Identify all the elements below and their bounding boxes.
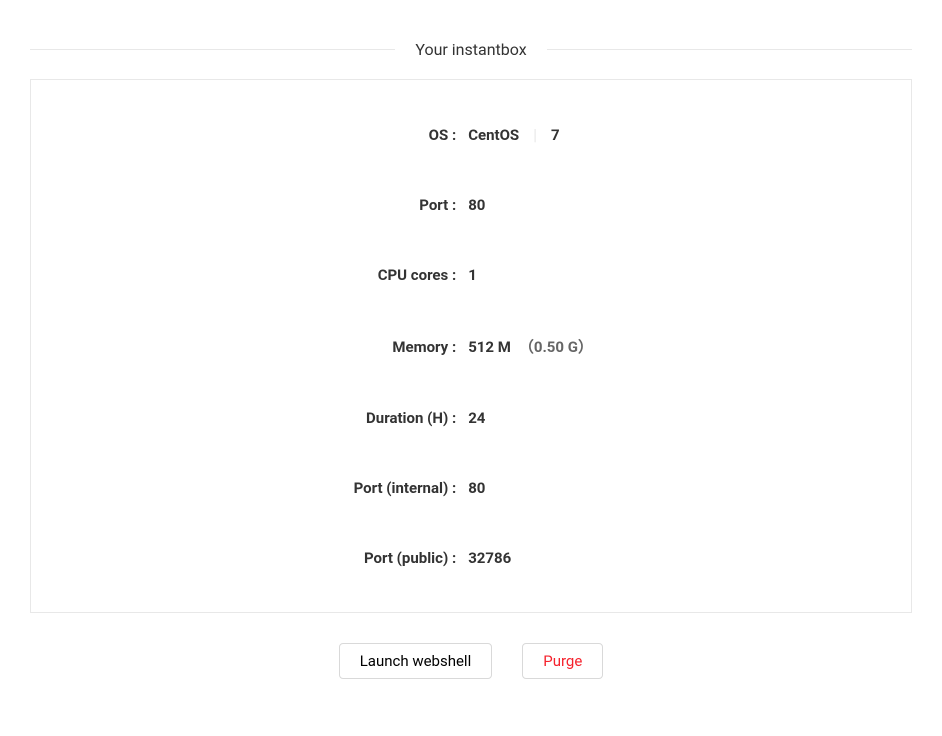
port-public-label: Port (public) : xyxy=(31,549,462,567)
cpu-label: CPU cores : xyxy=(31,266,462,284)
os-row: OS : CentOS | 7 xyxy=(31,110,911,159)
port-row: Port : 80 xyxy=(31,181,911,229)
action-button-row: Launch webshell Purge xyxy=(0,643,942,679)
memory-label: Memory : xyxy=(31,338,462,356)
section-title: Your instantbox xyxy=(395,40,546,59)
duration-row: Duration (H) : 24 xyxy=(31,394,911,442)
launch-webshell-button[interactable]: Launch webshell xyxy=(339,643,493,679)
port-value: 80 xyxy=(462,196,485,214)
memory-value: 512 M xyxy=(462,338,511,356)
port-internal-value: 80 xyxy=(462,479,485,497)
purge-button[interactable]: Purge xyxy=(522,643,603,679)
memory-note: （0.50 G） xyxy=(515,338,593,356)
port-public-row: Port (public) : 32786 xyxy=(31,534,911,582)
duration-label: Duration (H) : xyxy=(31,409,462,427)
section-divider: Your instantbox xyxy=(30,40,912,59)
divider-line-right xyxy=(547,49,912,50)
port-internal-row: Port (internal) : 80 xyxy=(31,464,911,512)
os-version: 7 xyxy=(551,126,560,144)
cpu-row: CPU cores : 1 xyxy=(31,251,911,299)
memory-value-wrap: 512 M （0.50 G） xyxy=(462,336,593,357)
os-separator: | xyxy=(523,125,547,144)
memory-row: Memory : 512 M （0.50 G） xyxy=(31,321,911,372)
port-internal-label: Port (internal) : xyxy=(31,479,462,497)
divider-line-left xyxy=(30,49,395,50)
os-label: OS : xyxy=(31,126,462,144)
os-value: CentOS | 7 xyxy=(462,125,559,144)
os-name: CentOS xyxy=(462,126,519,144)
instance-details-card: OS : CentOS | 7 Port : 80 CPU cores : 1 … xyxy=(30,79,912,613)
port-public-value: 32786 xyxy=(462,549,511,567)
duration-value: 24 xyxy=(462,409,485,427)
port-label: Port : xyxy=(31,196,462,214)
cpu-value: 1 xyxy=(462,266,477,284)
